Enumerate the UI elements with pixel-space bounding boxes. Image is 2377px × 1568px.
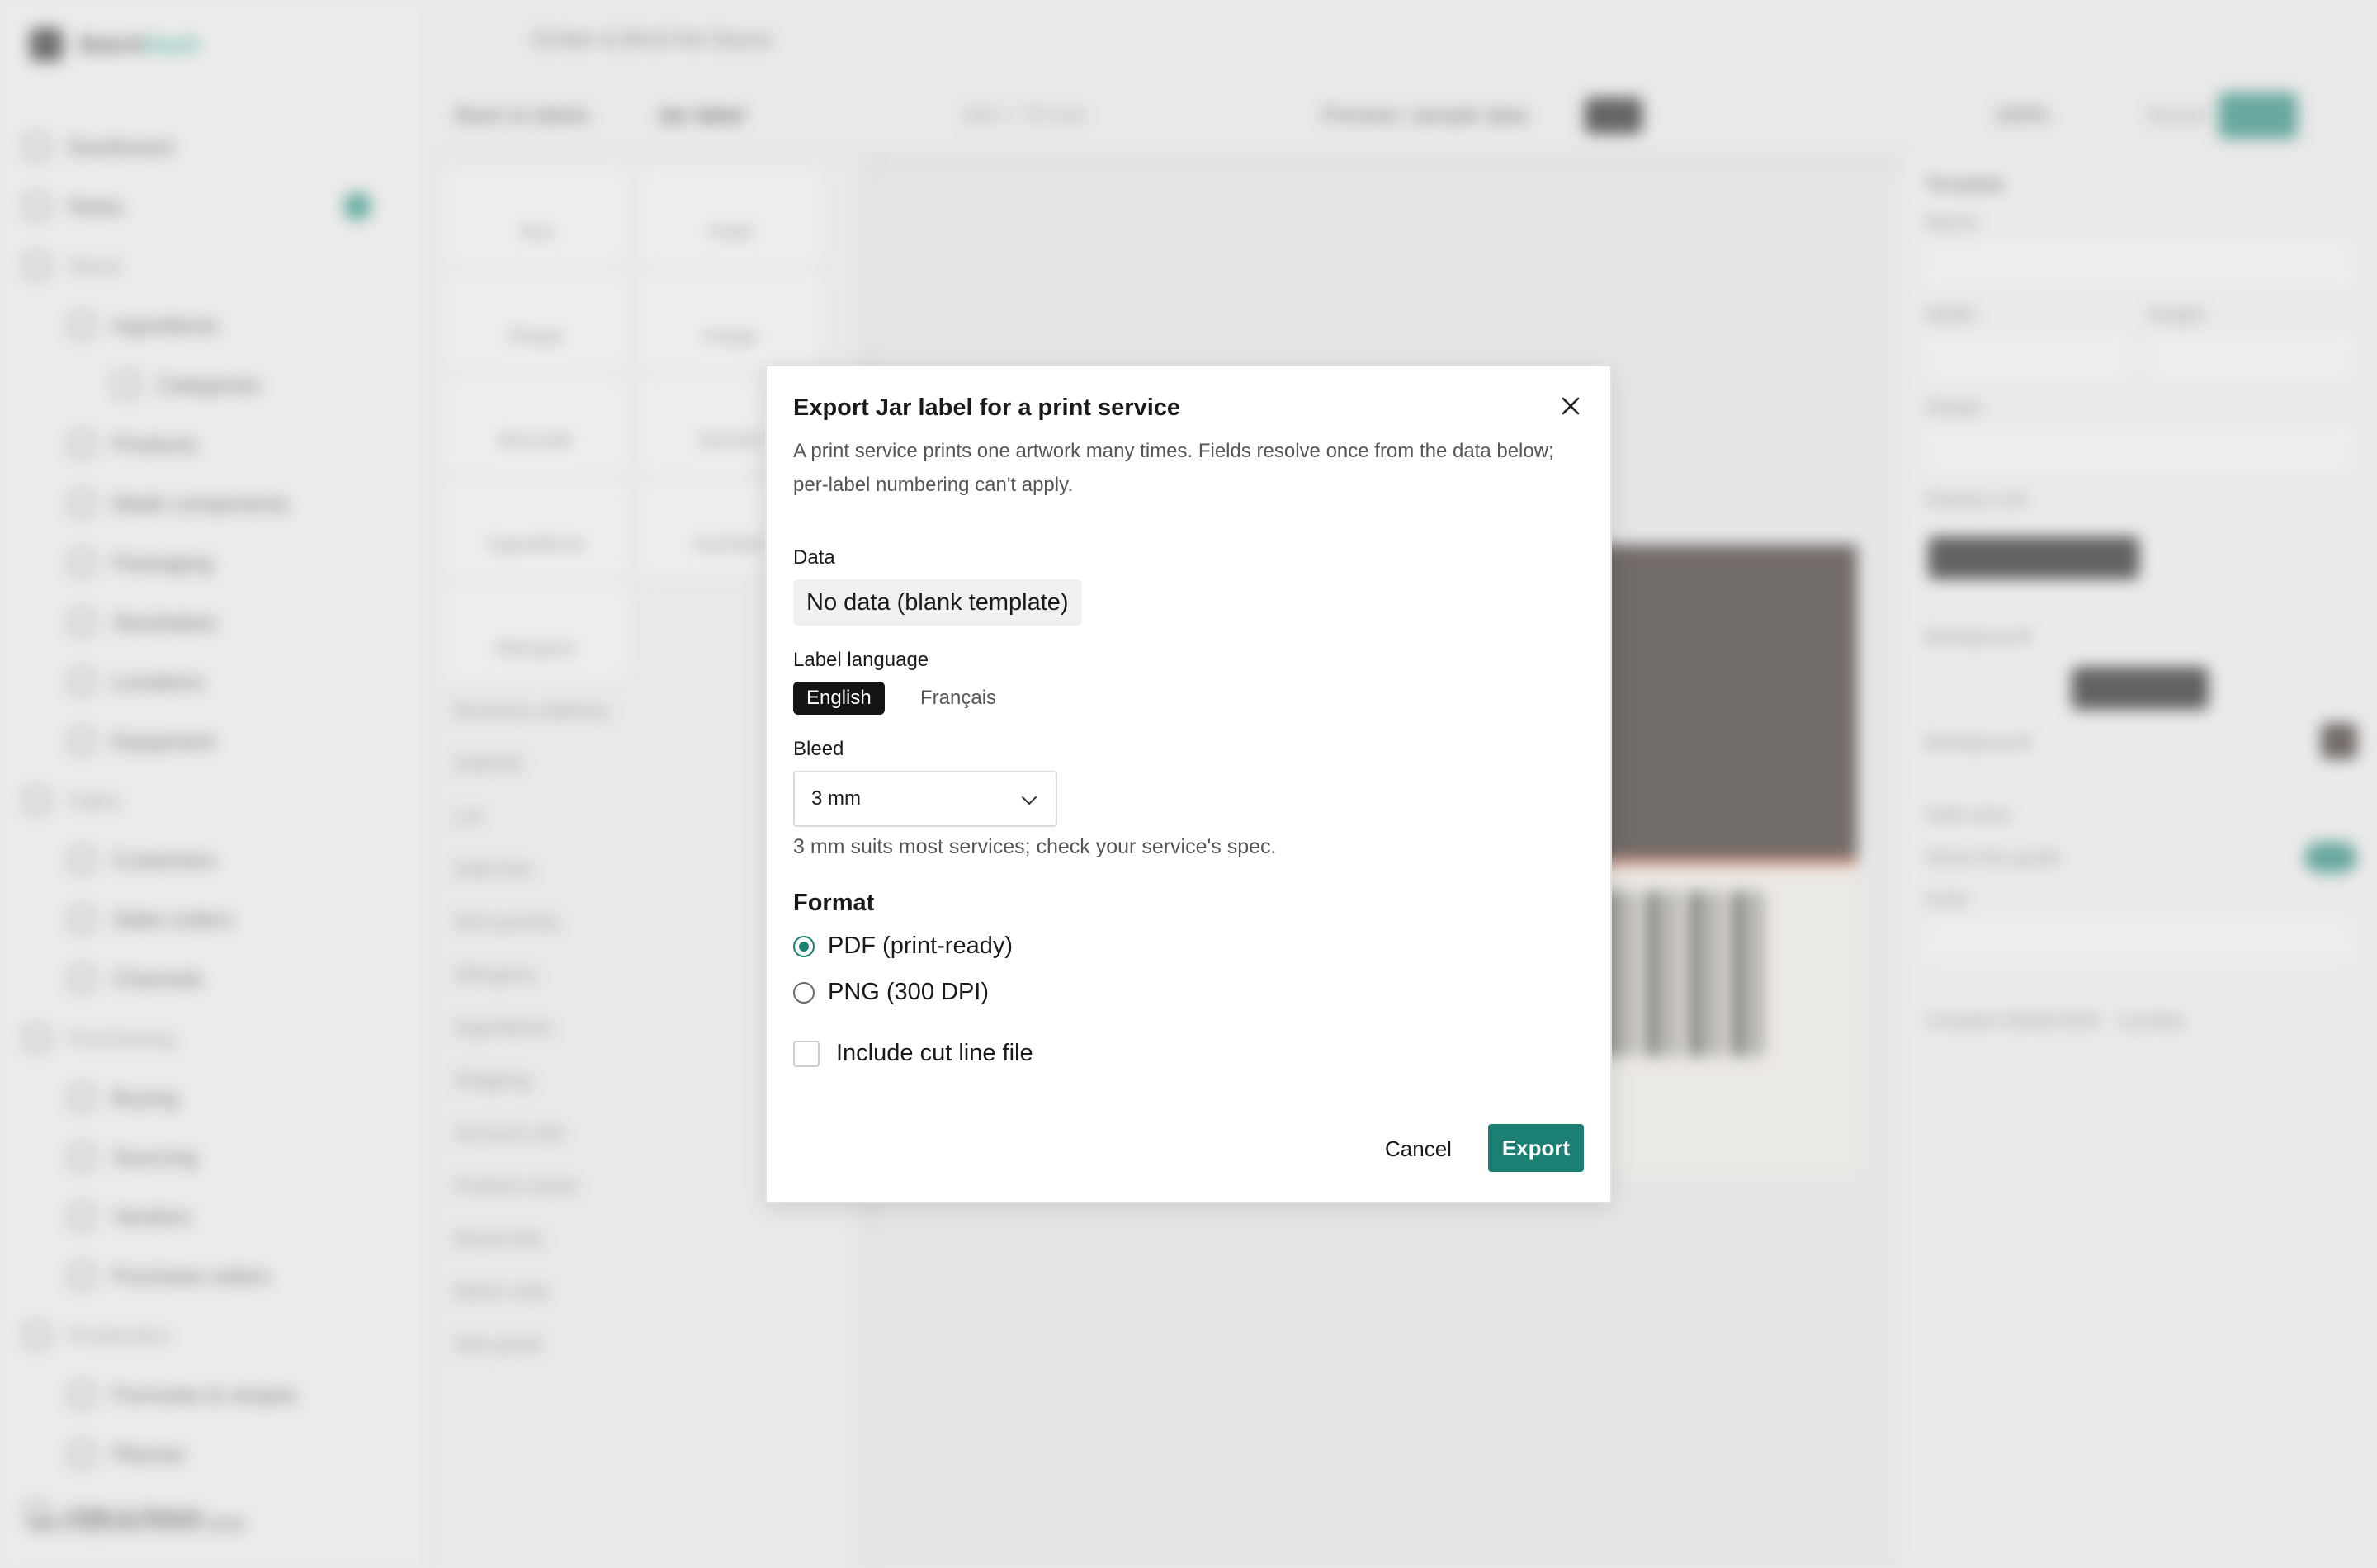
bleed-select-value: 3 mm (811, 787, 861, 810)
language-option-francais[interactable]: Français (907, 682, 1009, 715)
format-option-pdf[interactable]: PDF (print-ready) (793, 933, 1013, 960)
format-option-png[interactable]: PNG (300 DPI) (793, 979, 989, 1006)
bleed-hint: 3 mm suits most services; check your ser… (793, 835, 1277, 858)
data-label: Data (793, 546, 835, 569)
radio-pdf[interactable] (793, 935, 815, 957)
bleed-label: Bleed (793, 738, 844, 760)
data-source-select[interactable]: No data (blank template) (793, 579, 1082, 626)
dialog-title: Export Jar label for a print service (793, 394, 1181, 421)
include-cut-line-option[interactable]: Include cut line file (793, 1040, 1033, 1067)
radio-png[interactable] (793, 981, 815, 1004)
language-option-english[interactable]: English (793, 682, 885, 715)
format-png-label: PNG (300 DPI) (828, 979, 989, 1005)
format-heading: Format (793, 890, 875, 916)
close-button[interactable] (1552, 388, 1589, 424)
export-dialog: Export Jar label for a print service A p… (765, 365, 1612, 1203)
chevron-down-icon (1022, 796, 1037, 805)
format-pdf-label: PDF (print-ready) (828, 933, 1013, 959)
dialog-description: A print service prints one artwork many … (793, 440, 1554, 496)
include-cut-line-label: Include cut line file (836, 1040, 1033, 1066)
include-cut-line-checkbox[interactable] (793, 1040, 820, 1067)
export-button[interactable]: Export (1488, 1124, 1584, 1172)
bleed-select[interactable]: 3 mm (793, 771, 1057, 827)
label-language-label: Label language (793, 649, 929, 671)
cancel-button[interactable]: Cancel (1373, 1126, 1463, 1172)
close-icon (1562, 397, 1580, 415)
